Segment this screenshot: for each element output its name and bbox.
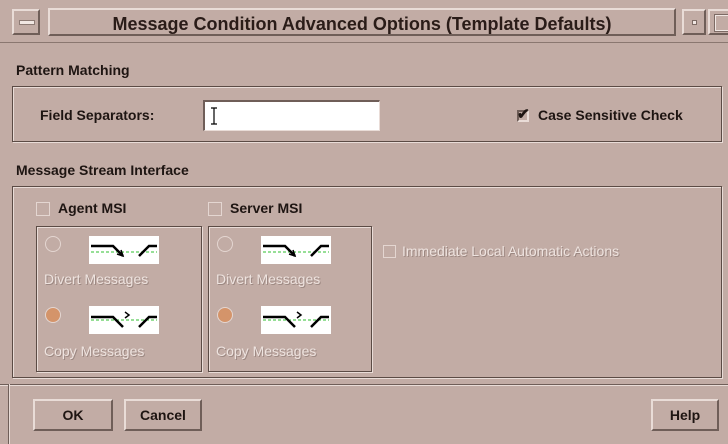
field-separators-input[interactable] bbox=[203, 100, 380, 131]
immediate-actions-label: Immediate Local Automatic Actions bbox=[402, 243, 620, 259]
agent-divert-radio[interactable] bbox=[45, 236, 61, 252]
immediate-actions-checkbox[interactable] bbox=[383, 245, 396, 258]
dialog-window: Message Condition Advanced Options (Temp… bbox=[0, 0, 728, 444]
field-separators-label: Field Separators: bbox=[40, 107, 155, 123]
server-msi-checkbox[interactable] bbox=[208, 202, 222, 216]
agent-msi-checkbox[interactable] bbox=[36, 202, 50, 216]
cancel-button[interactable]: Cancel bbox=[124, 399, 202, 431]
title-bar: Message Condition Advanced Options (Temp… bbox=[0, 0, 728, 43]
window-menu-icon[interactable] bbox=[12, 9, 40, 35]
divert-diagram-icon bbox=[261, 236, 331, 264]
agent-copy-radio[interactable] bbox=[45, 307, 61, 323]
server-msi-label: Server MSI bbox=[230, 200, 303, 216]
agent-copy-label: Copy Messages bbox=[44, 343, 145, 359]
ok-button[interactable]: OK bbox=[33, 399, 113, 431]
server-divert-label: Divert Messages bbox=[216, 271, 321, 287]
agent-divert-label: Divert Messages bbox=[44, 271, 149, 287]
help-button[interactable]: Help bbox=[651, 399, 719, 431]
text-cursor-icon bbox=[211, 107, 217, 125]
button-area-separator bbox=[0, 384, 728, 386]
pattern-matching-heading: Pattern Matching bbox=[16, 62, 130, 78]
case-sensitive-checkbox[interactable]: ✔ bbox=[517, 106, 530, 123]
divert-diagram-icon bbox=[89, 236, 159, 264]
server-divert-radio[interactable] bbox=[217, 236, 233, 252]
msi-heading: Message Stream Interface bbox=[16, 162, 189, 178]
window-title[interactable]: Message Condition Advanced Options (Temp… bbox=[48, 8, 676, 36]
checkmark-icon: ✔ bbox=[517, 106, 530, 123]
maximize-icon[interactable] bbox=[708, 9, 728, 35]
copy-diagram-icon bbox=[261, 306, 331, 334]
minimize-icon[interactable] bbox=[682, 9, 706, 35]
server-copy-label: Copy Messages bbox=[216, 343, 317, 359]
case-sensitive-label: Case Sensitive Check bbox=[538, 107, 683, 123]
agent-msi-label: Agent MSI bbox=[58, 200, 127, 216]
frame-edge bbox=[8, 384, 10, 444]
copy-diagram-icon bbox=[89, 306, 159, 334]
server-copy-radio[interactable] bbox=[217, 307, 233, 323]
